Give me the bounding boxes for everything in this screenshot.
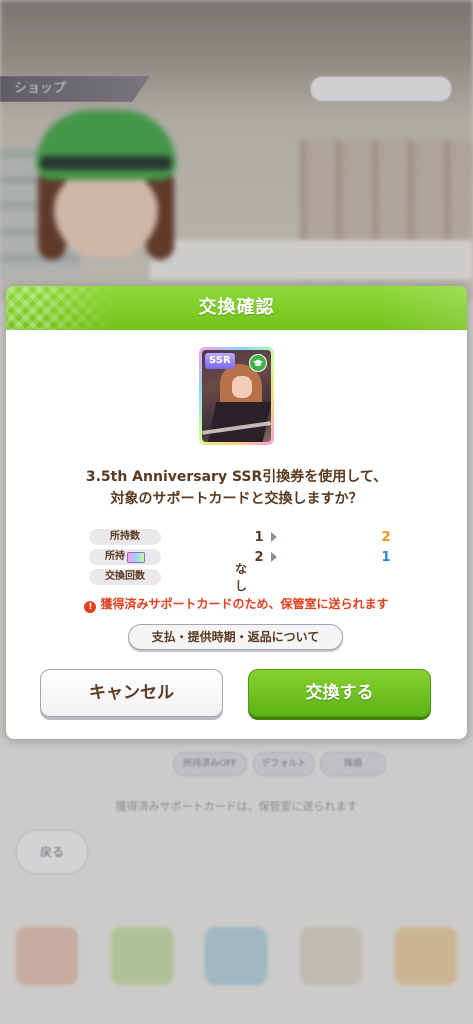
cancel-button[interactable]: キャンセル [40,669,223,717]
exclamation-icon: ! [84,601,97,613]
ticket-count-before: 2 [254,549,264,565]
confirm-message-line2: 対象のサポートカードと交換しますか？ [110,491,363,507]
exchange-count-row: 交換回数 なし [89,562,247,593]
exchange-count-label: 交換回数 [89,569,161,585]
payment-policy-button[interactable]: 支払・提供時期・返品について [128,624,343,650]
exchange-button[interactable]: 交換する [248,669,431,717]
warning-message: ! 獲得済みサポートカードのため、保管室に送られます [6,595,467,613]
ssr-ticket-icon [127,551,145,563]
support-card-thumbnail[interactable]: SSR [199,347,274,445]
dialog-header: 交換確認 [6,286,467,330]
confirm-message-line1: 3.5th Anniversary SSR引換券を使用して、 [85,469,388,485]
graduation-cap-icon [249,354,267,372]
owned-count-before: 1 [254,529,264,545]
ticket-count-after: 1 [381,549,391,565]
owned-count-row: 所持数 1 2 [89,528,391,546]
owned-count-label: 所持数 [89,529,161,545]
support-card-art: SSR [202,350,271,442]
warning-text: 獲得済みサポートカードのため、保管室に送られます [100,597,389,611]
rarity-badge: SSR [205,353,235,369]
arrow-right-icon [271,552,277,562]
exchange-confirm-dialog: 交換確認 SSR 3.5th Anniversary SSR引換券を使用して、 … [6,286,467,739]
dialog-title: 交換確認 [198,297,275,318]
owned-count-after: 2 [381,529,391,545]
ticket-count-label: 所持 [89,549,161,565]
exchange-count-value: なし [235,562,248,593]
ticket-count-row: 所持 2 1 [89,548,391,566]
arrow-right-icon [271,532,277,542]
confirm-message: 3.5th Anniversary SSR引換券を使用して、 対象のサポートカー… [6,466,467,510]
